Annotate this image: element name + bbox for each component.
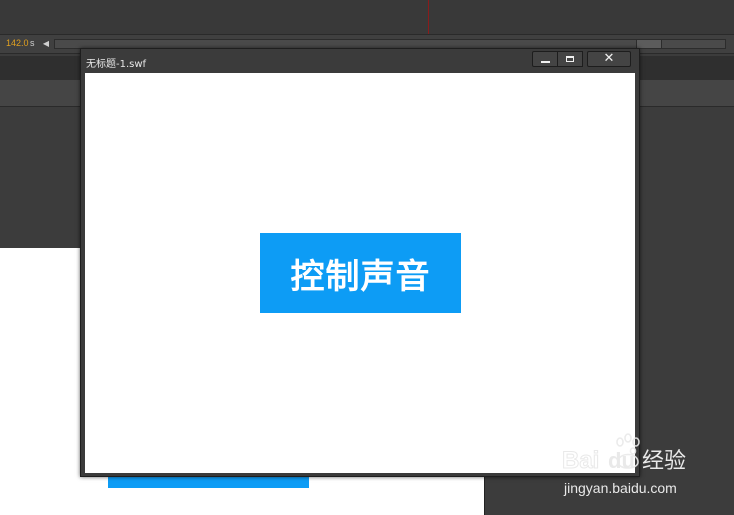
baidu-jingyan-watermark: Bai du 经验 jingyan.baidu.com: [560, 432, 730, 502]
svg-text:du: du: [608, 448, 635, 473]
maximize-icon: [566, 56, 574, 62]
swf-content-area: 控制声音: [85, 73, 635, 473]
close-button[interactable]: ✕: [587, 51, 631, 67]
minimize-button[interactable]: [532, 51, 558, 67]
minimize-icon: [540, 61, 550, 63]
baidu-logo-icon: Bai du 经验: [562, 433, 686, 475]
window-title: 无标题-1.swf: [86, 59, 147, 70]
close-icon: ✕: [603, 51, 615, 66]
watermark-url: jingyan.baidu.com: [564, 480, 677, 496]
playhead-line[interactable]: [428, 0, 429, 34]
time-unit-label: s: [30, 38, 35, 48]
control-sound-button[interactable]: 控制声音: [260, 233, 461, 313]
svg-text:Bai: Bai: [562, 447, 599, 474]
scroll-left-arrow-icon[interactable]: ◀: [40, 37, 52, 51]
elapsed-time-readout: 142.0: [6, 38, 29, 48]
maximize-button[interactable]: [557, 51, 583, 67]
svg-text:经验: 经验: [642, 449, 686, 474]
timeline-frames-area: [0, 0, 734, 34]
swf-player-window: 无标题-1.swf ✕ 控制声音: [80, 48, 640, 477]
window-title-bar[interactable]: 无标题-1.swf ✕: [81, 49, 639, 71]
